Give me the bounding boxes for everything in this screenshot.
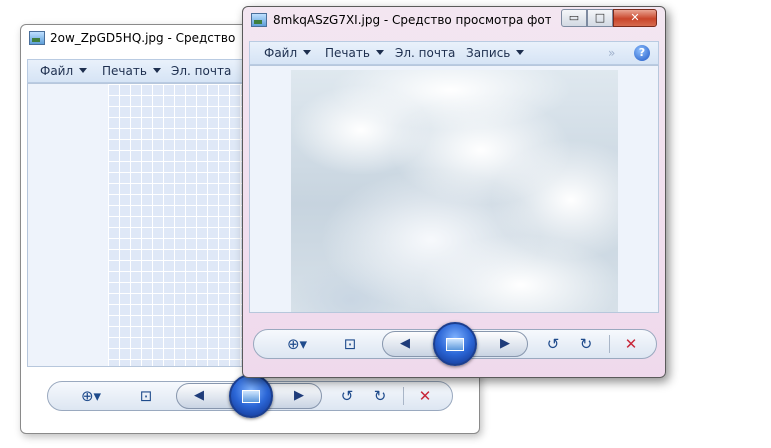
menu-file[interactable]: Файл: [264, 46, 312, 60]
slideshow-button[interactable]: [433, 322, 477, 366]
rotate-right-icon[interactable]: ↻: [369, 386, 391, 406]
window-title: 8mkqASzG7XI.jpg - Средство просмотра фот…: [273, 13, 551, 27]
help-icon[interactable]: ?: [634, 45, 650, 61]
minimize-button[interactable]: ▭: [561, 9, 587, 27]
next-icon[interactable]: ▶: [287, 386, 311, 406]
menu-bar: Файл Печать Эл. почта Запись » ?: [249, 41, 659, 65]
rotate-right-icon[interactable]: ↻: [575, 334, 597, 354]
fit-window-icon[interactable]: ⊡: [338, 334, 362, 354]
zoom-icon[interactable]: ⊕▾: [74, 386, 108, 406]
close-button[interactable]: ✕: [613, 9, 657, 27]
menu-bar: Файл Печать Эл. почта: [27, 59, 245, 83]
menu-email[interactable]: Эл. почта: [171, 64, 231, 78]
toolbar-separator: [403, 387, 404, 405]
menu-print[interactable]: Печать: [325, 46, 384, 60]
image-icon: [29, 31, 45, 45]
rotate-left-icon[interactable]: ↺: [336, 386, 358, 406]
chevron-down-icon: [152, 68, 161, 73]
zoom-icon[interactable]: ⊕▾: [280, 334, 314, 354]
toolbar-separator: [609, 335, 610, 353]
window-title: 2ow_ZpGD5HQ.jpg - Средство просмотра фот…: [50, 31, 240, 45]
slideshow-icon: [242, 390, 260, 403]
delete-icon[interactable]: ✕: [620, 334, 642, 354]
window-controls: ▭ □ ✕: [561, 9, 659, 29]
slideshow-icon: [446, 338, 464, 351]
viewer-toolbar: ⊕▾ ⊡ ◀ ▶ ↺ ↻ ✕: [253, 322, 657, 366]
menu-burn[interactable]: Запись: [466, 46, 525, 60]
menu-print[interactable]: Печать: [102, 64, 161, 78]
chevron-down-icon: [375, 50, 384, 55]
chevron-down-icon: [303, 50, 312, 55]
rotate-left-icon[interactable]: ↺: [542, 334, 564, 354]
maximize-button[interactable]: □: [587, 9, 613, 27]
more-chevron-icon[interactable]: »: [608, 46, 615, 60]
slideshow-button[interactable]: [229, 374, 273, 418]
photo-image: [291, 70, 618, 312]
photo-viewer-window-front[interactable]: 8mkqASzG7XI.jpg - Средство просмотра фот…: [242, 6, 666, 378]
menu-email[interactable]: Эл. почта: [395, 46, 455, 60]
chevron-down-icon: [516, 50, 525, 55]
photo-viewport: [27, 83, 245, 367]
viewer-toolbar: ⊕▾ ⊡ ◀ ▶ ↺ ↻ ✕: [47, 374, 453, 418]
fit-window-icon[interactable]: ⊡: [134, 386, 158, 406]
photo-viewport: [249, 65, 659, 313]
transparent-image-grid: [108, 84, 244, 366]
previous-icon[interactable]: ◀: [187, 386, 211, 406]
previous-icon[interactable]: ◀: [393, 334, 417, 354]
image-icon: [251, 13, 267, 27]
chevron-down-icon: [79, 68, 88, 73]
titlebar[interactable]: 8mkqASzG7XI.jpg - Средство просмотра фот…: [243, 7, 665, 35]
menu-file[interactable]: Файл: [40, 64, 88, 78]
delete-icon[interactable]: ✕: [414, 386, 436, 406]
next-icon[interactable]: ▶: [493, 334, 517, 354]
